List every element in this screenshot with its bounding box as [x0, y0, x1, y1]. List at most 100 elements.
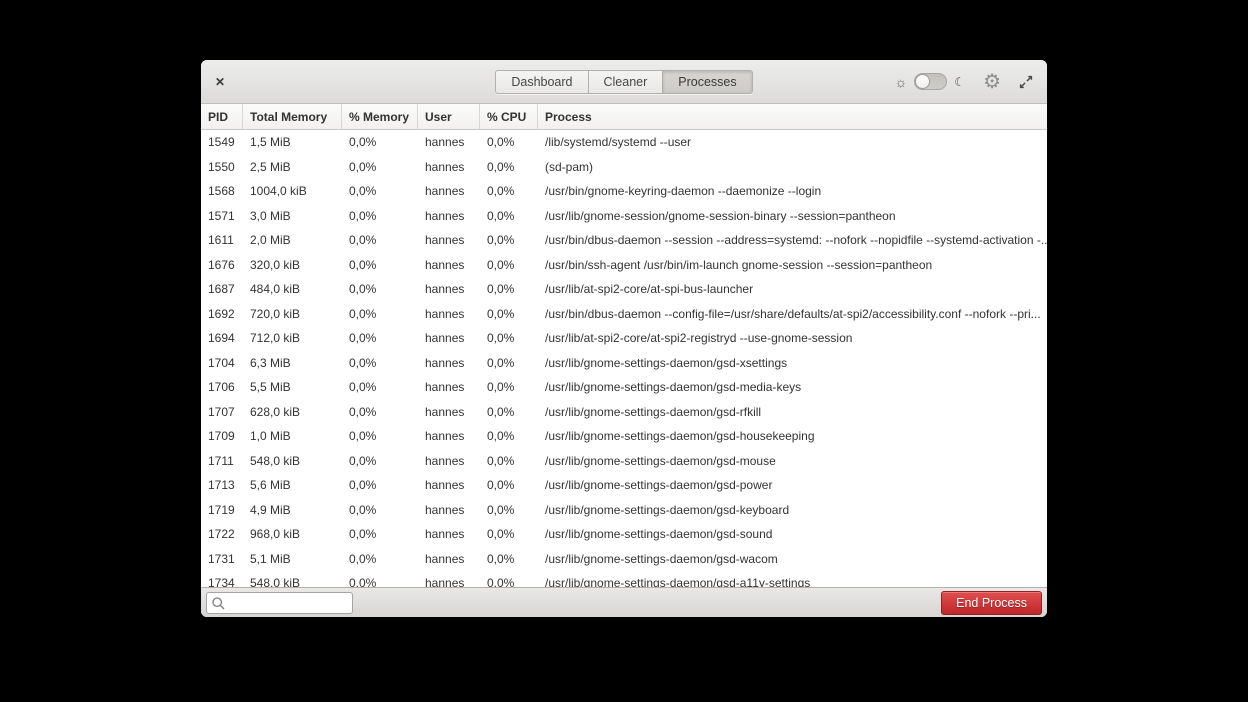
- cell-cpu_pct: 0,0%: [480, 228, 538, 253]
- cell-pid: 1611: [201, 228, 243, 253]
- cell-user: hannes: [418, 204, 480, 229]
- toggle-knob: [915, 74, 930, 89]
- table-row[interactable]: 15502,5 MiB0,0%hannes0,0%(sd-pam): [201, 155, 1047, 180]
- cell-process: /usr/lib/gnome-settings-daemon/gsd-power: [538, 473, 1047, 498]
- tab-processes[interactable]: Processes: [663, 71, 751, 93]
- cell-memory: 1,5 MiB: [243, 130, 342, 155]
- cell-user: hannes: [418, 473, 480, 498]
- cell-pid: 1719: [201, 498, 243, 523]
- tab-cleaner[interactable]: Cleaner: [589, 71, 664, 93]
- table-header: PIDTotal Memory% MemoryUser% CPUProcess: [201, 104, 1047, 130]
- cell-user: hannes: [418, 228, 480, 253]
- cell-memory: 712,0 kiB: [243, 326, 342, 351]
- cell-user: hannes: [418, 375, 480, 400]
- cell-user: hannes: [418, 547, 480, 572]
- close-icon: ✕: [215, 75, 225, 89]
- column-header-memory_pct[interactable]: % Memory: [342, 104, 418, 129]
- cell-pid: 1709: [201, 424, 243, 449]
- table-row[interactable]: 17046,3 MiB0,0%hannes0,0%/usr/lib/gnome-…: [201, 351, 1047, 376]
- dark-mode-toggle[interactable]: [914, 73, 947, 90]
- cell-cpu_pct: 0,0%: [480, 130, 538, 155]
- settings-gear-icon[interactable]: ⚙: [983, 72, 1001, 92]
- search-input[interactable]: [207, 593, 352, 613]
- cell-user: hannes: [418, 351, 480, 376]
- table-row[interactable]: 1711548,0 kiB0,0%hannes0,0%/usr/lib/gnom…: [201, 449, 1047, 474]
- tab-dashboard[interactable]: Dashboard: [496, 71, 588, 93]
- table-row[interactable]: 17135,6 MiB0,0%hannes0,0%/usr/lib/gnome-…: [201, 473, 1047, 498]
- table-row[interactable]: 15491,5 MiB0,0%hannes0,0%/lib/systemd/sy…: [201, 130, 1047, 155]
- table-row[interactable]: 17194,9 MiB0,0%hannes0,0%/usr/lib/gnome-…: [201, 498, 1047, 523]
- cell-cpu_pct: 0,0%: [480, 302, 538, 327]
- cell-pid: 1687: [201, 277, 243, 302]
- cell-memory_pct: 0,0%: [342, 277, 418, 302]
- search-entry[interactable]: [206, 592, 353, 614]
- cell-user: hannes: [418, 130, 480, 155]
- cell-memory_pct: 0,0%: [342, 253, 418, 278]
- cell-user: hannes: [418, 571, 480, 587]
- cell-user: hannes: [418, 253, 480, 278]
- column-header-cpu_pct[interactable]: % CPU: [480, 104, 538, 129]
- cell-cpu_pct: 0,0%: [480, 277, 538, 302]
- table-row[interactable]: 17065,5 MiB0,0%hannes0,0%/usr/lib/gnome-…: [201, 375, 1047, 400]
- table-row[interactable]: 1707628,0 kiB0,0%hannes0,0%/usr/lib/gnom…: [201, 400, 1047, 425]
- cell-pid: 1549: [201, 130, 243, 155]
- cell-memory_pct: 0,0%: [342, 130, 418, 155]
- cell-process: /usr/lib/gnome-session/gnome-session-bin…: [538, 204, 1047, 229]
- cell-memory_pct: 0,0%: [342, 449, 418, 474]
- cell-memory_pct: 0,0%: [342, 302, 418, 327]
- cell-cpu_pct: 0,0%: [480, 204, 538, 229]
- cell-cpu_pct: 0,0%: [480, 571, 538, 587]
- cell-memory: 968,0 kiB: [243, 522, 342, 547]
- table-row[interactable]: 16112,0 MiB0,0%hannes0,0%/usr/bin/dbus-d…: [201, 228, 1047, 253]
- table-row[interactable]: 1694712,0 kiB0,0%hannes0,0%/usr/lib/at-s…: [201, 326, 1047, 351]
- table-row[interactable]: 17315,1 MiB0,0%hannes0,0%/usr/lib/gnome-…: [201, 547, 1047, 572]
- cell-user: hannes: [418, 326, 480, 351]
- cell-process: /usr/bin/ssh-agent /usr/bin/im-launch gn…: [538, 253, 1047, 278]
- window-close-button[interactable]: ✕: [210, 72, 230, 92]
- cell-process: /usr/lib/gnome-settings-daemon/gsd-sound: [538, 522, 1047, 547]
- cell-memory: 548,0 kiB: [243, 571, 342, 587]
- table-row[interactable]: 17091,0 MiB0,0%hannes0,0%/usr/lib/gnome-…: [201, 424, 1047, 449]
- column-header-process[interactable]: Process: [538, 104, 1047, 129]
- cell-memory: 320,0 kiB: [243, 253, 342, 278]
- table-row[interactable]: 1676320,0 kiB0,0%hannes0,0%/usr/bin/ssh-…: [201, 253, 1047, 278]
- column-header-pid[interactable]: PID: [201, 104, 243, 129]
- cell-memory: 4,9 MiB: [243, 498, 342, 523]
- cell-user: hannes: [418, 277, 480, 302]
- table-row[interactable]: 15681004,0 kiB0,0%hannes0,0%/usr/bin/gno…: [201, 179, 1047, 204]
- table-row[interactable]: 1734548,0 kiB0,0%hannes0,0%/usr/lib/gnom…: [201, 571, 1047, 587]
- cell-memory: 5,1 MiB: [243, 547, 342, 572]
- cell-cpu_pct: 0,0%: [480, 375, 538, 400]
- cell-pid: 1722: [201, 522, 243, 547]
- cell-memory_pct: 0,0%: [342, 571, 418, 587]
- cell-process: /usr/lib/gnome-settings-daemon/gsd-media…: [538, 375, 1047, 400]
- cell-memory_pct: 0,0%: [342, 228, 418, 253]
- cell-pid: 1707: [201, 400, 243, 425]
- cell-user: hannes: [418, 302, 480, 327]
- cell-user: hannes: [418, 179, 480, 204]
- cell-pid: 1706: [201, 375, 243, 400]
- table-row[interactable]: 1692720,0 kiB0,0%hannes0,0%/usr/bin/dbus…: [201, 302, 1047, 327]
- cell-memory_pct: 0,0%: [342, 400, 418, 425]
- cell-cpu_pct: 0,0%: [480, 400, 538, 425]
- column-header-user[interactable]: User: [418, 104, 480, 129]
- cell-user: hannes: [418, 522, 480, 547]
- cell-process: /usr/lib/gnome-settings-daemon/gsd-keybo…: [538, 498, 1047, 523]
- column-header-memory[interactable]: Total Memory: [243, 104, 342, 129]
- cell-process: /usr/lib/gnome-settings-daemon/gsd-wacom: [538, 547, 1047, 572]
- fullscreen-expand-icon[interactable]: [1017, 73, 1035, 91]
- cell-cpu_pct: 0,0%: [480, 179, 538, 204]
- cell-memory: 2,0 MiB: [243, 228, 342, 253]
- cell-cpu_pct: 0,0%: [480, 547, 538, 572]
- table-row[interactable]: 1687484,0 kiB0,0%hannes0,0%/usr/lib/at-s…: [201, 277, 1047, 302]
- cell-cpu_pct: 0,0%: [480, 253, 538, 278]
- cell-memory: 1004,0 kiB: [243, 179, 342, 204]
- cell-user: hannes: [418, 155, 480, 180]
- cell-cpu_pct: 0,0%: [480, 326, 538, 351]
- table-row[interactable]: 1722968,0 kiB0,0%hannes0,0%/usr/lib/gnom…: [201, 522, 1047, 547]
- cell-memory_pct: 0,0%: [342, 204, 418, 229]
- cell-pid: 1713: [201, 473, 243, 498]
- cell-process: /usr/bin/gnome-keyring-daemon --daemoniz…: [538, 179, 1047, 204]
- end-process-button[interactable]: End Process: [941, 591, 1042, 615]
- table-row[interactable]: 15713,0 MiB0,0%hannes0,0%/usr/lib/gnome-…: [201, 204, 1047, 229]
